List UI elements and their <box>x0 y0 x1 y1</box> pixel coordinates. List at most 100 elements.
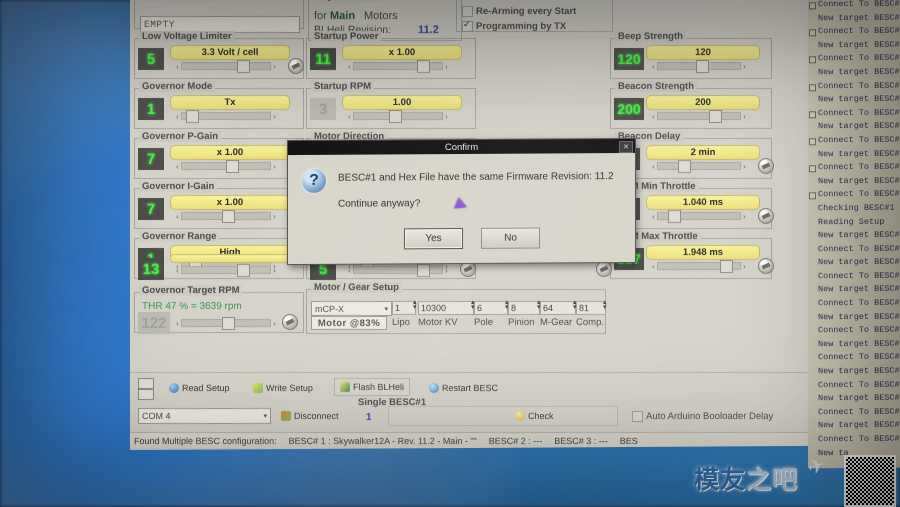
slider-track[interactable] <box>657 210 741 223</box>
ppm-min-throttle-field[interactable]: 1.040 ms <box>646 195 760 210</box>
no-button[interactable]: No <box>481 227 540 249</box>
slider-right-arrow-icon[interactable]: › <box>443 112 450 121</box>
comp-spinbox[interactable]: 81 <box>576 301 606 315</box>
slider-right-arrow-icon[interactable]: › <box>443 266 450 275</box>
read-setup-button[interactable]: Read Setup <box>164 380 235 396</box>
motor-model-combo[interactable]: mCP-X ▾ <box>311 301 392 316</box>
auto-bootloader-delay-checkbox[interactable] <box>632 411 643 422</box>
slider-left-arrow-icon[interactable]: ‹ <box>650 162 657 171</box>
chevron-down-icon[interactable]: ▾ <box>263 412 267 420</box>
log-expander-icon[interactable] <box>809 192 816 200</box>
slider-right-arrow-icon[interactable]: › <box>271 212 278 221</box>
slider-right-arrow-icon[interactable]: › <box>271 62 278 71</box>
m-gear-spinbox[interactable]: 64 <box>540 301 576 315</box>
low-voltage-limiter-field[interactable]: 3.3 Volt / cell <box>170 45 290 60</box>
flash-blheli-button[interactable]: Flash BLHeli <box>334 378 411 396</box>
pinion-spinbox[interactable]: 8 <box>508 301 540 315</box>
governor-mode-field[interactable]: Tx <box>170 95 290 110</box>
startup-rpm-field[interactable]: 1.00 <box>342 95 462 110</box>
slider-track[interactable] <box>657 110 741 124</box>
slider-track[interactable] <box>181 210 271 223</box>
slider-right-arrow-icon[interactable]: › <box>271 319 278 328</box>
close-icon[interactable]: ✕ <box>619 140 633 154</box>
com-port-combo[interactable]: COM 4 ▾ <box>138 408 271 424</box>
governor-target-rpm-slider[interactable]: ‹ › <box>174 317 278 330</box>
slider-right-arrow-icon[interactable]: › <box>741 61 748 70</box>
comp-stepper-icon[interactable]: ▴ ▾ <box>603 299 607 311</box>
ppm-min-throttle-slider[interactable]: ‹ › <box>650 210 748 223</box>
slider-right-arrow-icon[interactable]: › <box>741 112 748 121</box>
pole-spinbox[interactable]: 6 <box>474 301 508 315</box>
beacon-delay-field[interactable]: 2 min <box>646 145 760 160</box>
log-expander-icon[interactable] <box>809 165 816 173</box>
beep-strength-slider[interactable]: ‹ › <box>650 60 748 73</box>
slider-thumb[interactable] <box>720 260 734 273</box>
slider-thumb[interactable] <box>695 60 709 73</box>
log-expander-icon[interactable] <box>809 2 816 10</box>
slider-right-arrow-icon[interactable]: › <box>741 212 748 221</box>
occluded-knob[interactable] <box>596 261 612 277</box>
startup-power-slider[interactable]: ‹ › <box>346 60 450 73</box>
slider-right-arrow-icon[interactable]: › <box>271 162 278 171</box>
governor-i-gain-slider[interactable]: ‹ › <box>174 210 278 223</box>
slider-right-arrow-icon[interactable]: › <box>741 262 748 271</box>
slider-right-arrow-icon[interactable]: › <box>741 162 748 171</box>
occluded-slider[interactable]: ‹ › <box>346 264 450 277</box>
slider-left-arrow-icon[interactable]: ‹ <box>650 112 657 121</box>
chevron-down-icon[interactable]: ▾ <box>384 305 388 313</box>
slider-track[interactable] <box>181 110 271 123</box>
slider-track[interactable] <box>181 317 271 330</box>
slider-left-arrow-icon[interactable]: ‹ <box>346 61 353 70</box>
slider-thumb[interactable] <box>226 160 239 173</box>
governor-target-rpm-knob[interactable] <box>282 314 298 330</box>
beacon-delay-slider[interactable]: ‹ › <box>650 160 748 173</box>
governor-p-gain-slider[interactable]: ‹ › <box>174 160 278 173</box>
slider-left-arrow-icon[interactable]: ‹ <box>174 112 181 121</box>
governor-mode-slider[interactable]: ‹ › <box>174 110 278 123</box>
beacon-strength-field[interactable]: 200 <box>646 95 760 110</box>
slider-thumb[interactable] <box>389 110 403 123</box>
beep-strength-field[interactable]: 120 <box>646 45 760 60</box>
slider-left-arrow-icon[interactable]: ‹ <box>174 266 181 275</box>
log-expander-icon[interactable] <box>809 29 816 37</box>
ppm-max-throttle-slider[interactable]: ‹ › <box>650 260 748 273</box>
slider-thumb[interactable] <box>236 60 250 73</box>
beacon-strength-slider[interactable]: ‹ › <box>650 110 748 124</box>
slider-thumb[interactable] <box>667 210 681 223</box>
restart-besc-button[interactable]: Restart BESC <box>424 380 503 396</box>
slider-left-arrow-icon[interactable]: ‹ <box>650 61 657 70</box>
slider-thumb[interactable] <box>186 110 200 123</box>
check-button[interactable]: Check <box>510 408 559 424</box>
slider-right-arrow-icon[interactable]: › <box>271 266 278 275</box>
occluded-slider[interactable]: ‹ › <box>174 264 278 277</box>
ppm-min-throttle-knob[interactable] <box>758 208 774 224</box>
slider-left-arrow-icon[interactable]: ‹ <box>346 112 353 121</box>
lipo-stepper-icon[interactable]: ▴ ▾ <box>413 299 417 311</box>
governor-p-gain-field[interactable]: x 1.00 <box>170 145 290 160</box>
low-voltage-limiter-knob[interactable] <box>288 58 304 74</box>
slider-thumb[interactable] <box>417 60 431 73</box>
slider-right-arrow-icon[interactable]: › <box>443 62 450 71</box>
occluded-field[interactable] <box>170 253 290 263</box>
slider-left-arrow-icon[interactable]: ‹ <box>650 262 657 271</box>
slider-track[interactable] <box>181 160 271 173</box>
log-expander-icon[interactable] <box>809 83 816 91</box>
slider-thumb[interactable] <box>708 110 722 124</box>
connection-log-panel[interactable]: Connect To BESC# New target BESC# Connect … <box>808 0 900 469</box>
re-arming-checkbox[interactable] <box>462 6 473 17</box>
slider-right-arrow-icon[interactable]: › <box>271 112 278 121</box>
startup-rpm-slider[interactable]: ‹ › <box>346 110 450 123</box>
ppm-max-throttle-knob[interactable] <box>758 258 774 274</box>
slider-track[interactable] <box>181 60 271 73</box>
startup-power-field[interactable]: x 1.00 <box>342 45 462 60</box>
ppm-max-throttle-field[interactable]: 1.948 ms <box>646 245 760 260</box>
slider-left-arrow-icon[interactable]: ‹ <box>174 319 181 328</box>
slider-left-arrow-icon[interactable]: ‹ <box>174 162 181 171</box>
list-toggle-bottom[interactable] <box>138 389 154 400</box>
slider-left-arrow-icon[interactable]: ‹ <box>346 266 353 275</box>
besc-selector-strip[interactable] <box>388 406 618 426</box>
low-voltage-limiter-slider[interactable]: ‹ › <box>174 60 278 73</box>
slider-thumb[interactable] <box>417 264 431 277</box>
slider-left-arrow-icon[interactable]: ‹ <box>174 62 181 71</box>
slider-track[interactable] <box>353 60 443 73</box>
